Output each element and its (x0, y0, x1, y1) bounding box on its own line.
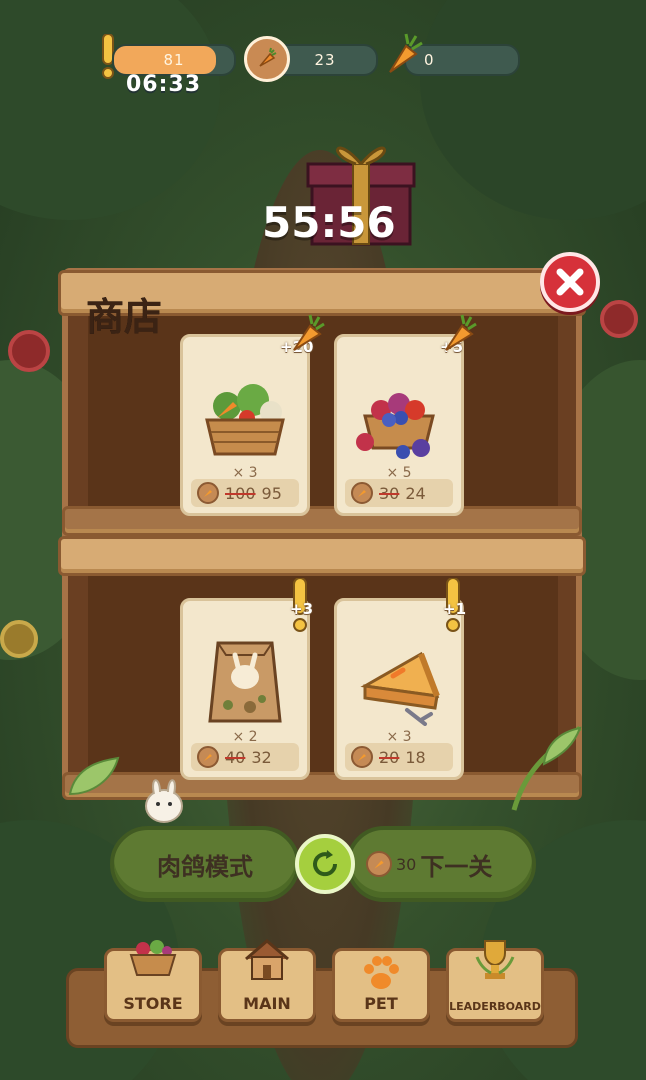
next-level-button[interactable]: 30 下一关 (346, 826, 536, 902)
energy-timer: 06:33 (126, 72, 202, 97)
paw-icon (361, 955, 401, 995)
shop-title: 商店 (86, 295, 163, 339)
bunny-icon (142, 772, 186, 828)
item-price: 20 18 (345, 743, 453, 771)
house-icon (242, 937, 292, 985)
nav-pet-label: PET (364, 994, 398, 1013)
carrot-icon (442, 314, 478, 358)
item-new-price: 32 (251, 747, 272, 767)
trophy-icon (473, 937, 517, 984)
item-old-price: 20 (379, 747, 400, 767)
carrot-coin-icon (351, 482, 373, 504)
nav-store-button[interactable]: STORE (104, 940, 202, 1022)
vegetable-basket-icon (183, 367, 307, 467)
next-level-cost: 30 (396, 854, 417, 874)
nav-leaderboard-label: LEADERBOARD (449, 1000, 541, 1013)
item-price: 30 24 (345, 479, 453, 507)
carrot-coin-icon (197, 482, 219, 504)
item-old-price: 40 (225, 747, 246, 767)
rogue-mode-label: 肉鸽模式 (157, 852, 253, 881)
refresh-button[interactable] (295, 834, 355, 894)
nav-store-label: STORE (123, 994, 183, 1013)
leaf-icon (66, 754, 122, 802)
refresh-icon (313, 850, 338, 877)
item-price: 100 95 (191, 479, 299, 507)
item-old-price: 100 (225, 483, 256, 503)
carrot-icon (384, 32, 424, 80)
berry-basket-icon (337, 367, 461, 467)
carrot-coin-icon (351, 746, 373, 768)
carrot-coin-icon (366, 851, 392, 877)
carrot-coin-icon (197, 746, 219, 768)
leaf-icon (504, 724, 584, 818)
item-price: 40 32 (191, 743, 299, 771)
carrot-icon (290, 314, 326, 358)
next-level-label: 下一关 (420, 852, 493, 881)
close-button[interactable] (540, 252, 600, 312)
carrot-coin-icon (244, 36, 290, 82)
food-bag-icon (183, 631, 307, 731)
basket-icon (127, 937, 179, 981)
item-old-price: 30 (379, 483, 400, 503)
nav-main-label: MAIN (243, 994, 291, 1013)
shop-item-berry-basket[interactable]: × 5 30 24 (334, 334, 464, 516)
pie-icon (337, 631, 461, 731)
item-bonus-label: +1 (443, 600, 467, 618)
nav-leaderboard-button[interactable]: LEADERBOARD (446, 940, 544, 1022)
event-countdown: 55:56 (262, 198, 396, 247)
close-icon (556, 268, 584, 296)
item-bonus-label: +3 (290, 600, 314, 618)
shop-item-vegetable-basket[interactable]: × 3 100 95 (180, 334, 310, 516)
item-new-price: 24 (405, 483, 426, 503)
item-new-price: 18 (405, 747, 426, 767)
nav-pet-button[interactable]: PET (332, 948, 430, 1022)
rogue-mode-button[interactable]: 肉鸽模式 (110, 826, 300, 902)
energy-value: 81 (163, 51, 185, 69)
shelf-plank-top (62, 506, 582, 536)
shelf-divider-plank (58, 536, 586, 576)
nav-main-button[interactable]: MAIN (218, 939, 316, 1022)
item-new-price: 95 (261, 483, 282, 503)
